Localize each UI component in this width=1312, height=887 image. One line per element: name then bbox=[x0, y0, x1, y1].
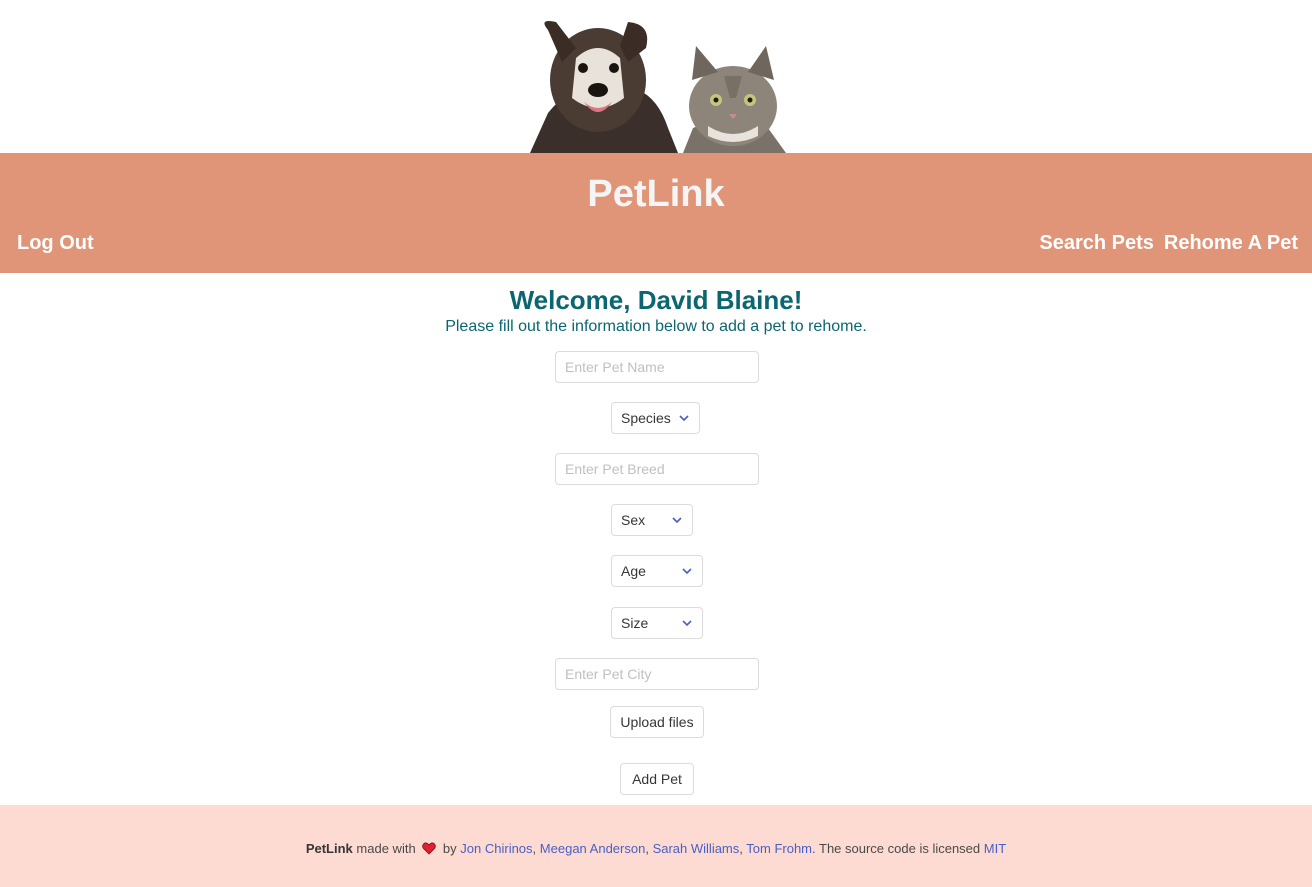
size-select-label: Size bbox=[621, 615, 649, 631]
license-link[interactable]: MIT bbox=[984, 841, 1006, 856]
heart-icon bbox=[422, 842, 437, 855]
logout-link[interactable]: Log Out bbox=[17, 232, 94, 255]
pet-name-input[interactable] bbox=[555, 351, 759, 383]
footer-credits: PetLink made with by Jon Chirinos, Meega… bbox=[0, 841, 1312, 856]
search-pets-link[interactable]: Search Pets bbox=[1039, 232, 1154, 255]
chevron-down-icon bbox=[682, 620, 692, 627]
pet-breed-input[interactable] bbox=[555, 453, 759, 485]
size-select[interactable]: Size bbox=[611, 607, 703, 639]
nav-right-group: Search Pets Rehome A Pet bbox=[1039, 232, 1298, 255]
add-pet-section: Welcome, David Blaine! Please fill out t… bbox=[0, 273, 1312, 805]
footer-brand: PetLink bbox=[305, 841, 353, 856]
chevron-down-icon bbox=[679, 415, 689, 422]
species-select[interactable]: Species bbox=[611, 402, 700, 434]
sex-select[interactable]: Sex bbox=[611, 504, 693, 536]
footer-license-text: . The source code is licensed bbox=[812, 841, 981, 856]
species-select-label: Species bbox=[621, 410, 671, 426]
author-link-tom-frohm[interactable]: Tom Frohm bbox=[746, 841, 812, 856]
footer-by: by bbox=[442, 841, 457, 856]
footer-made-with: made with bbox=[356, 841, 416, 856]
chevron-down-icon bbox=[672, 517, 682, 524]
author-link-jon-chirinos[interactable]: Jon Chirinos bbox=[460, 841, 532, 856]
form-instructions: Please fill out the information below to… bbox=[445, 318, 867, 335]
author-link-meegan-anderson[interactable]: Meegan Anderson bbox=[540, 841, 646, 856]
author-separator: , bbox=[645, 841, 649, 856]
author-separator: , bbox=[739, 841, 743, 856]
age-select[interactable]: Age bbox=[611, 555, 703, 587]
brand-title[interactable]: PetLink bbox=[0, 173, 1312, 216]
dog-and-cat-photo bbox=[530, 21, 786, 153]
chevron-down-icon bbox=[682, 568, 692, 575]
author-link-sarah-williams[interactable]: Sarah Williams bbox=[653, 841, 740, 856]
hero-banner bbox=[0, 0, 1312, 153]
sex-select-label: Sex bbox=[621, 512, 646, 528]
footer: PetLink made with by Jon Chirinos, Meega… bbox=[0, 805, 1312, 887]
pet-city-input[interactable] bbox=[555, 658, 759, 690]
rehome-pet-link[interactable]: Rehome A Pet bbox=[1164, 232, 1298, 255]
author-separator: , bbox=[532, 841, 537, 856]
navbar: PetLink Log Out Search Pets Rehome A Pet bbox=[0, 153, 1312, 273]
welcome-heading: Welcome, David Blaine! bbox=[509, 285, 803, 315]
add-pet-button[interactable]: Add Pet bbox=[620, 763, 694, 795]
age-select-label: Age bbox=[621, 563, 646, 579]
upload-files-button[interactable]: Upload files bbox=[610, 706, 704, 738]
